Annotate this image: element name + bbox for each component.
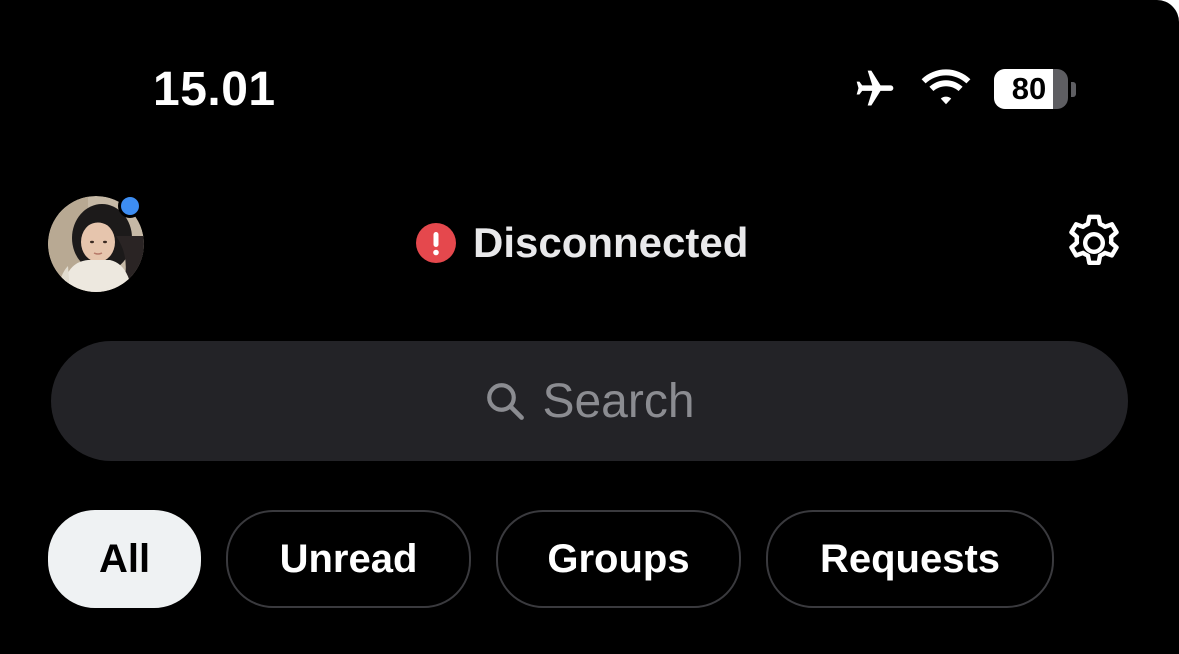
status-time: 15.01	[153, 63, 276, 116]
profile-avatar[interactable]	[48, 194, 144, 292]
connection-status-text: Disconnected	[473, 219, 749, 266]
filter-chip-requests[interactable]: Requests	[766, 510, 1054, 608]
search-icon	[487, 383, 525, 420]
presence-dot	[118, 194, 142, 218]
filter-chips: All Unread Groups Requests	[48, 510, 1079, 608]
battery-level: 80	[1011, 71, 1047, 106]
search-input[interactable]: Search	[51, 341, 1128, 461]
filter-chip-groups[interactable]: Groups	[496, 510, 741, 608]
messenger-screen: 15.01 80 Disconnected Search All Unread …	[0, 0, 1179, 654]
status-icons: 80	[850, 62, 1076, 116]
alert-icon	[416, 223, 456, 263]
gear-icon[interactable]	[1061, 210, 1127, 276]
airplane-icon	[856, 70, 894, 106]
battery-body: 80	[994, 69, 1068, 109]
connection-status: Disconnected	[416, 219, 749, 266]
battery-cap	[1071, 81, 1076, 97]
filter-chip-unread[interactable]: Unread	[226, 510, 471, 608]
filter-chip-all[interactable]: All	[48, 510, 201, 608]
wifi-icon	[921, 69, 971, 105]
search-placeholder: Search	[542, 374, 695, 428]
battery-icon: 80	[994, 69, 1076, 109]
